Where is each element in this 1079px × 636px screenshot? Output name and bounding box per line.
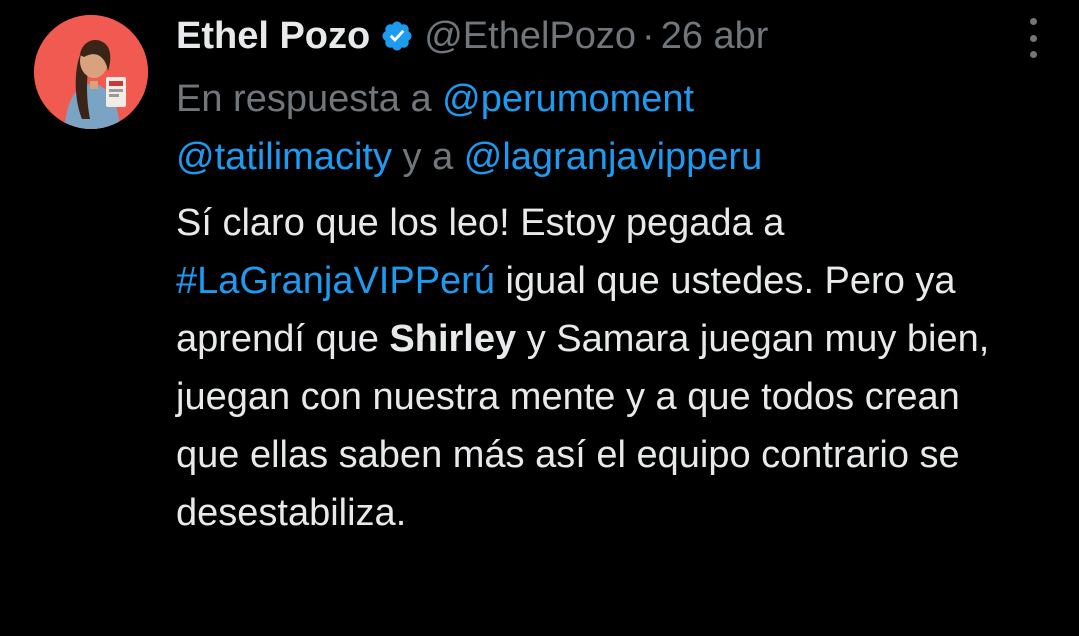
author-handle[interactable]: @EthelPozo	[424, 6, 636, 66]
mention-tatilimacity[interactable]: @tatilimacity	[176, 136, 392, 178]
tweet-text: Sí claro que los leo! Estoy pegada a #La…	[176, 194, 1016, 542]
mention-perumoment[interactable]: @perumoment	[442, 78, 694, 120]
more-options-icon[interactable]	[1025, 18, 1041, 58]
separator-dot: ·	[642, 15, 655, 57]
reply-connector: y a	[402, 136, 454, 178]
avatar-image	[34, 15, 148, 129]
tweet[interactable]: Ethel Pozo @EthelPozo · 26 abr En respue…	[0, 0, 1079, 636]
hashtag-lagranjavipperu[interactable]: #LaGranjaVIPPerú	[176, 260, 495, 302]
author-name[interactable]: Ethel Pozo	[176, 6, 370, 66]
verified-badge-icon	[380, 19, 414, 53]
mention-lagranjavipperu[interactable]: @lagranjavipperu	[464, 136, 762, 178]
bold-name-shirley: Shirley	[389, 318, 517, 360]
reply-prefix: En respuesta a	[176, 78, 432, 120]
reply-context: En respuesta a @perumoment @tatilimacity…	[176, 70, 1016, 186]
avatar[interactable]	[34, 15, 148, 129]
tweet-text-part1: Sí claro que los leo! Estoy pegada a	[176, 202, 785, 244]
tweet-header: Ethel Pozo @EthelPozo · 26 abr	[176, 6, 1016, 66]
tweet-date[interactable]: 26 abr	[661, 6, 769, 66]
tweet-content: Ethel Pozo @EthelPozo · 26 abr En respue…	[176, 6, 1016, 542]
